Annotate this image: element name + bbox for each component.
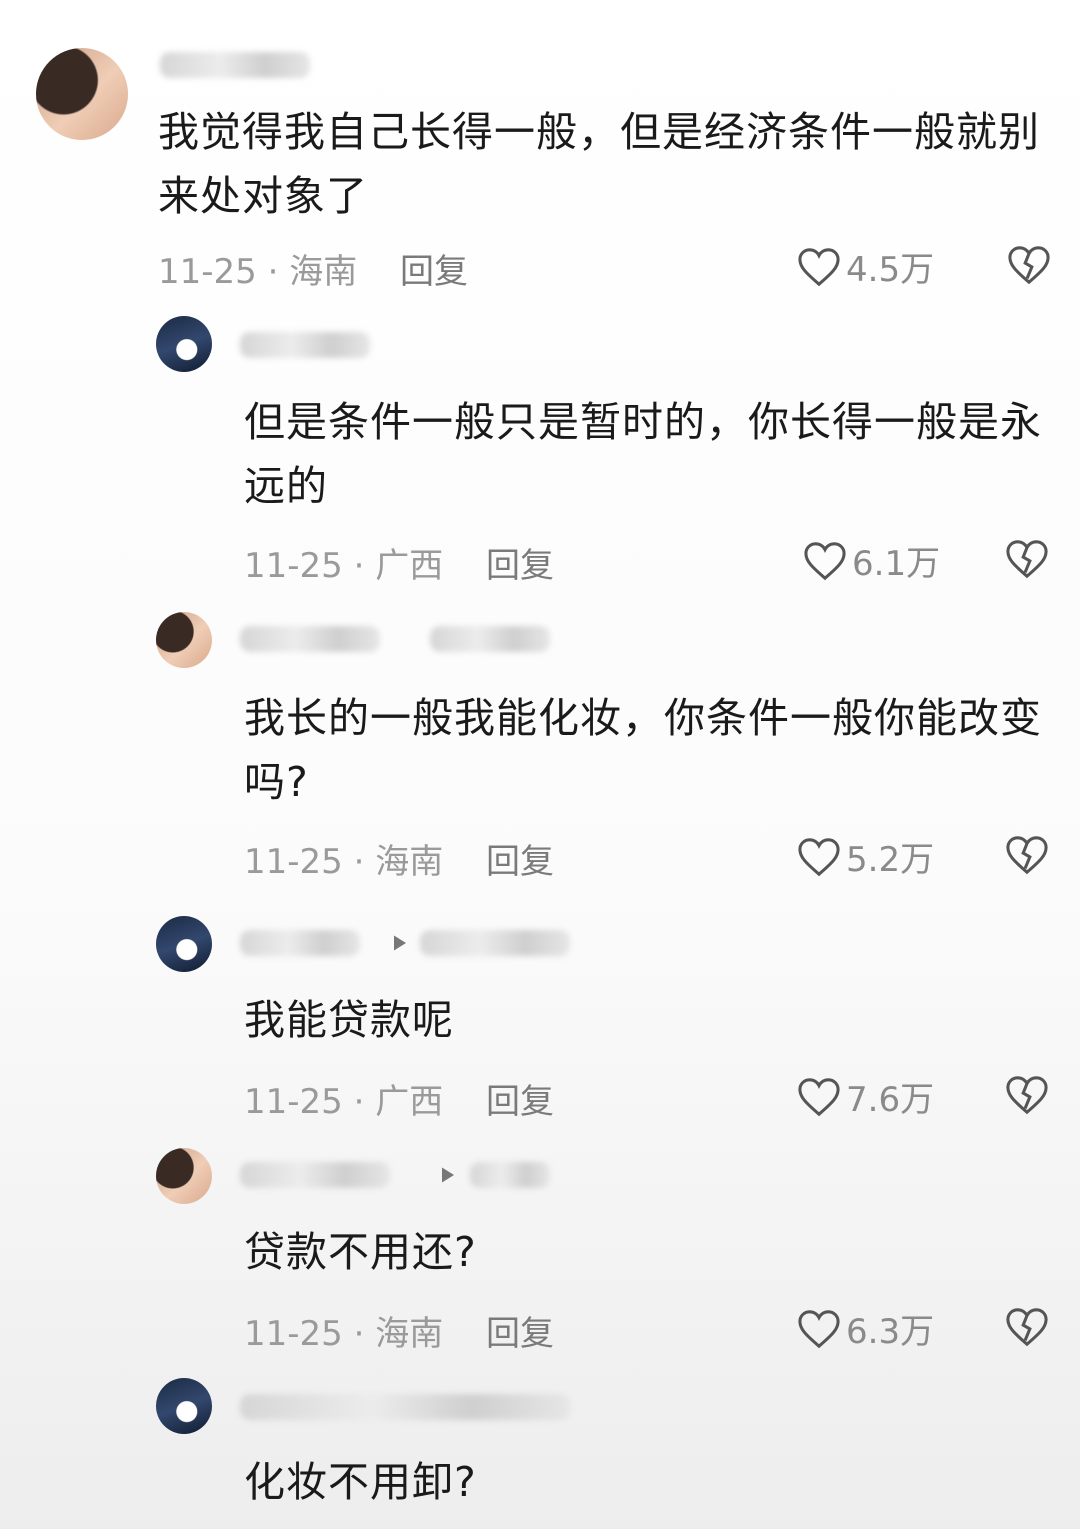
play-arrow-icon: [392, 934, 408, 956]
comment-text: 我长的一般我能化妆，你条件一般你能改变吗?: [244, 694, 1042, 806]
reply-button[interactable]: 回复: [486, 1306, 554, 1355]
reply-button[interactable]: 回复: [486, 834, 554, 883]
avatar[interactable]: [156, 316, 212, 372]
play-arrow-icon: [440, 1166, 456, 1188]
broken-heart-icon: [1004, 538, 1050, 580]
like-count: 4.5万: [846, 250, 935, 290]
comment-date-location: 11-25 · 海南: [244, 1314, 444, 1354]
like-button[interactable]: 6.1万: [802, 536, 940, 585]
like-button[interactable]: 4.5万: [796, 242, 934, 291]
username-blurred[interactable]: [240, 332, 370, 358]
like-count: 6.1万: [852, 544, 941, 584]
comment-date-location: 11-25 · 海南: [158, 252, 358, 292]
comment-text: 贷款不用还?: [244, 1228, 477, 1276]
heart-outline-icon: [796, 246, 842, 288]
comment-text: 我觉得我自己长得一般，但是经济条件一般就别来处对象了: [158, 108, 1040, 220]
reply-target-blurred[interactable]: [420, 930, 570, 956]
broken-heart-icon: [1004, 834, 1050, 876]
comment-text: 但是条件一般只是暂时的，你长得一般是永远的: [244, 398, 1042, 510]
like-button[interactable]: 7.6万: [796, 1072, 934, 1121]
like-button[interactable]: 6.3万: [796, 1304, 934, 1353]
broken-heart-icon: [1004, 1074, 1050, 1116]
comment-date-location: 11-25 · 广西: [244, 1082, 444, 1122]
like-count: 5.2万: [846, 840, 935, 880]
broken-heart-icon: [1006, 244, 1052, 286]
comment-text: 我能贷款呢: [244, 996, 454, 1044]
username-blurred[interactable]: [240, 626, 380, 652]
heart-outline-icon: [796, 1308, 842, 1350]
username-blurred[interactable]: [240, 1162, 390, 1188]
avatar[interactable]: [156, 1378, 212, 1434]
username-blurred[interactable]: [240, 1394, 570, 1420]
dislike-button[interactable]: [1004, 538, 1050, 580]
heart-outline-icon: [802, 540, 848, 582]
reply-button[interactable]: 回复: [486, 1074, 554, 1123]
comment-date-location: 11-25 · 广西: [244, 546, 444, 586]
username-blurred[interactable]: [160, 52, 310, 78]
avatar[interactable]: [156, 916, 212, 972]
comment-date-location: 11-25 · 海南: [244, 842, 444, 882]
dislike-button[interactable]: [1004, 1306, 1050, 1348]
dislike-button[interactable]: [1004, 1074, 1050, 1116]
heart-outline-icon: [796, 1076, 842, 1118]
heart-outline-icon: [796, 836, 842, 878]
reply-button[interactable]: 回复: [486, 538, 554, 587]
avatar[interactable]: [156, 1148, 212, 1204]
broken-heart-icon: [1004, 1306, 1050, 1348]
like-count: 7.6万: [846, 1080, 935, 1120]
like-count: 6.3万: [846, 1312, 935, 1352]
like-button[interactable]: 5.2万: [796, 832, 934, 881]
dislike-button[interactable]: [1004, 834, 1050, 876]
dislike-button[interactable]: [1006, 244, 1052, 286]
reply-target-blurred[interactable]: [470, 1162, 550, 1188]
username-blurred[interactable]: [240, 930, 360, 956]
reply-target-blurred[interactable]: [430, 626, 550, 652]
avatar[interactable]: [36, 48, 128, 140]
comment-text: 化妆不用卸?: [244, 1458, 477, 1506]
reply-button[interactable]: 回复: [400, 244, 468, 293]
avatar[interactable]: [156, 612, 212, 668]
